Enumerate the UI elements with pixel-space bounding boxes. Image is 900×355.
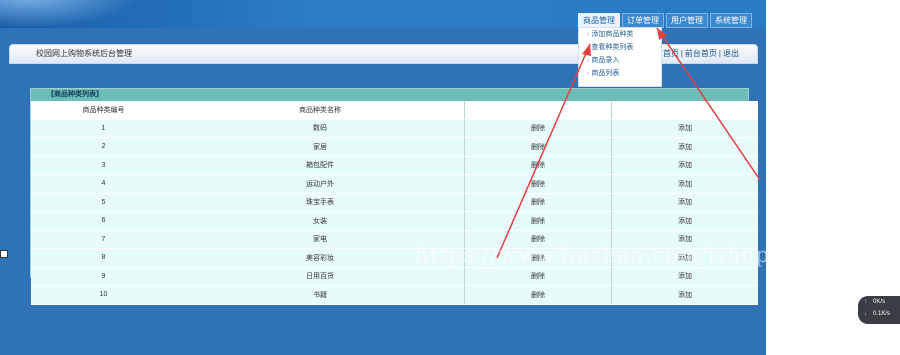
annotation-arrows [496,27,761,259]
annotation-arrow-2 [656,27,761,181]
annotation-arrow-1 [496,43,591,259]
download-speed: 0.1K/s [873,311,891,317]
watermark-text: https://www.huzhan.com/ishop33466 [415,243,842,267]
download-arrow-icon: ↓ [864,311,867,317]
annotation-arrowhead-1 [582,44,591,56]
annotation-arrowhead-2 [657,28,667,40]
upload-speed: 0K/s [873,299,886,305]
network-speed-widget: ↑ 0K/s ↓ 0.1K/s [858,296,900,324]
upload-arrow-icon: ↑ [864,299,867,305]
